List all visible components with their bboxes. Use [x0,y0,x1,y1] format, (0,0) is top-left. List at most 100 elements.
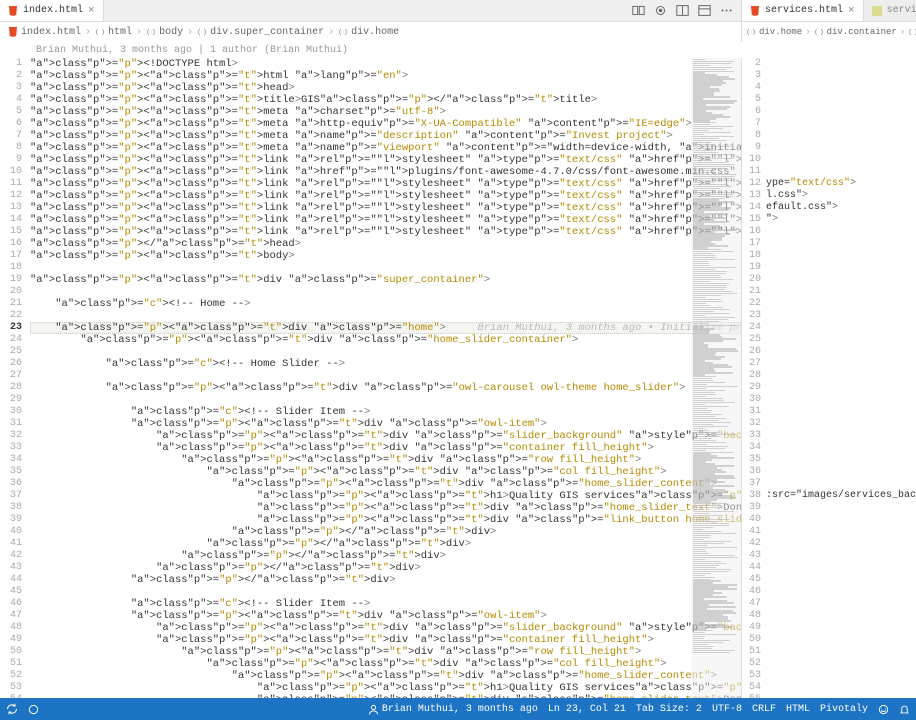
code-line[interactable] [766,58,916,70]
code-line[interactable]: "a">class"p">="p"><"a">class"p">="t">div… [30,646,741,658]
code-line[interactable]: "a">class"p">="p"></"a">class"p">="t">di… [30,526,741,538]
code-line[interactable] [766,370,916,382]
code-line[interactable] [30,346,741,358]
editor-right[interactable]: 2345678910111213141516171819202122232425… [741,58,916,698]
code-line[interactable]: "a">class"p">="c"><!-- Home Slider --> [30,358,741,370]
code-line[interactable] [766,274,916,286]
code-line[interactable]: "a">class"p">="p"><"a">class"p">="t">lin… [30,226,741,238]
code-line[interactable]: "a">class"p">="p"><"a">class"p">="t">div… [30,670,741,682]
code-line[interactable]: "a">class"p">="p"><"a">class"p">="t">lin… [30,214,741,226]
code-line[interactable] [766,286,916,298]
tab-services-js[interactable]: services.js [864,0,916,21]
status-blame[interactable]: Brian Muthui, 3 months ago [368,704,538,715]
code-line[interactable]: "a">class"p">="p"><"a">class"p">="t">div… [30,418,741,430]
code-line[interactable]: "a">class"p">="p"><"a">class"p">="t">htm… [30,70,741,82]
code-line[interactable]: "a">class"p">="p"><"a">class"p">="t">met… [30,118,741,130]
breadcrumb-item[interactable]: div.row [908,27,916,37]
code-line[interactable] [766,682,916,694]
code-line[interactable]: "a">class"p">="p"><"a">class"p">="t">met… [30,142,741,154]
breadcrumb-item[interactable]: div.home [746,27,802,37]
layout-icon[interactable] [697,4,711,18]
code-area[interactable]: ype="text/css">l.css">efault.css">"> :sr… [766,58,916,698]
code-line[interactable] [766,526,916,538]
code-line[interactable] [766,634,916,646]
code-line[interactable] [766,418,916,430]
code-line[interactable]: "a">class"p">="p"><"a">class"p">="t">div… [30,322,741,334]
code-line[interactable]: "a">class"p">="p"><"a">class"p">="t">div… [30,334,741,346]
status-encoding[interactable]: UTF-8 [712,704,742,715]
code-line[interactable]: "a">class"p">="c"><!-- Slider Item --> [30,598,741,610]
code-line[interactable] [766,334,916,346]
editor-left[interactable]: 1234567891011121314151617181920212223242… [0,58,741,698]
breadcrumb-item[interactable]: div.home [338,27,399,38]
status-position[interactable]: Ln 23, Col 21 [548,704,626,715]
code-line[interactable] [766,658,916,670]
split-icon[interactable] [675,4,689,18]
code-line[interactable] [766,154,916,166]
tab-index-html[interactable]: index.html × [0,0,104,21]
code-line[interactable]: "a">class"p">="p"><"a">class"p">="t">bod… [30,250,741,262]
code-line[interactable] [766,514,916,526]
code-line[interactable] [766,562,916,574]
code-line[interactable] [766,346,916,358]
code-line[interactable] [766,550,916,562]
code-line[interactable]: "a">class"p">="p"><"a">class"p">="t">div… [30,694,741,698]
code-line[interactable] [30,370,741,382]
code-line[interactable]: "a">class"p">="p"><"a">class"p">="t">div… [30,454,741,466]
breadcrumb-item[interactable]: index.html [8,27,81,38]
code-line[interactable] [766,310,916,322]
close-icon[interactable]: × [848,5,855,17]
line-gutter[interactable]: 2345678910111213141516171819202122232425… [742,58,766,698]
status-results[interactable] [28,704,39,715]
code-line[interactable] [766,442,916,454]
code-line[interactable]: "a">class"p">="p"><"a">class"p">="t">lin… [30,178,741,190]
tab-services-html[interactable]: services.html × [742,0,864,21]
code-line[interactable] [766,466,916,478]
code-line[interactable]: "a">class"p">="p"><"a">class"p">="t">div… [30,514,741,526]
code-line[interactable]: "> [766,214,916,226]
code-line[interactable] [766,574,916,586]
code-line[interactable]: "a">class"p">="p"><"a">class"p">="t">met… [30,130,741,142]
code-line[interactable] [766,454,916,466]
code-line[interactable] [766,106,916,118]
code-line[interactable] [766,406,916,418]
code-line[interactable]: "a">class"p">="p"><"a">class"p">="t">div… [30,274,741,286]
code-line[interactable]: "a">class"p">="p"></"a">class"p">="t">di… [30,562,741,574]
status-sync[interactable] [6,703,18,715]
code-line[interactable] [766,238,916,250]
code-line[interactable]: "a">class"p">="c"><!-- Slider Item --> [30,406,741,418]
code-line[interactable] [766,118,916,130]
code-line[interactable]: "a">class"p">="p"><"a">class"p">="t">div… [30,382,741,394]
breadcrumb-item[interactable]: div.container [814,27,897,37]
code-line[interactable]: :src="images/services_backgro [766,490,916,502]
code-line[interactable]: "a">class"p">="p"><!DOCTYPE html> [30,58,741,70]
code-line[interactable] [766,478,916,490]
code-line[interactable] [766,82,916,94]
code-line[interactable] [30,394,741,406]
breadcrumb-item[interactable]: html [95,27,132,38]
code-line[interactable] [766,382,916,394]
code-line[interactable] [766,538,916,550]
code-line[interactable]: l.css"> [766,190,916,202]
code-line[interactable] [766,358,916,370]
code-line[interactable] [30,310,741,322]
code-line[interactable]: "a">class"p">="p"><"a">class"p">="t">div… [30,502,741,514]
code-line[interactable] [30,262,741,274]
status-eol[interactable]: CRLF [752,704,776,715]
code-line[interactable] [766,646,916,658]
status-tabsize[interactable]: Tab Size: 2 [636,704,702,715]
code-line[interactable] [766,394,916,406]
code-line[interactable] [766,430,916,442]
code-line[interactable]: "a">class"p">="p"><"a">class"p">="t">div… [30,658,741,670]
code-line[interactable] [766,598,916,610]
code-line[interactable] [766,262,916,274]
status-bell-icon[interactable] [899,704,910,715]
code-line[interactable]: "a">class"p">="p"><"a">class"p">="t">div… [30,478,741,490]
code-line[interactable]: "a">class"p">="p"><"a">class"p">="t">tit… [30,94,741,106]
breadcrumb-item[interactable]: div.super_container [197,27,324,38]
code-line[interactable]: "a">class"p">="p"><"a">class"p">="t">hea… [30,82,741,94]
line-gutter[interactable]: 1234567891011121314151617181920212223242… [0,58,30,698]
code-line[interactable]: "a">class"p">="p"><"a">class"p">="t">div… [30,466,741,478]
code-line[interactable]: "a">class"p">="c"><!-- Home --> [30,298,741,310]
close-icon[interactable]: × [88,5,95,17]
